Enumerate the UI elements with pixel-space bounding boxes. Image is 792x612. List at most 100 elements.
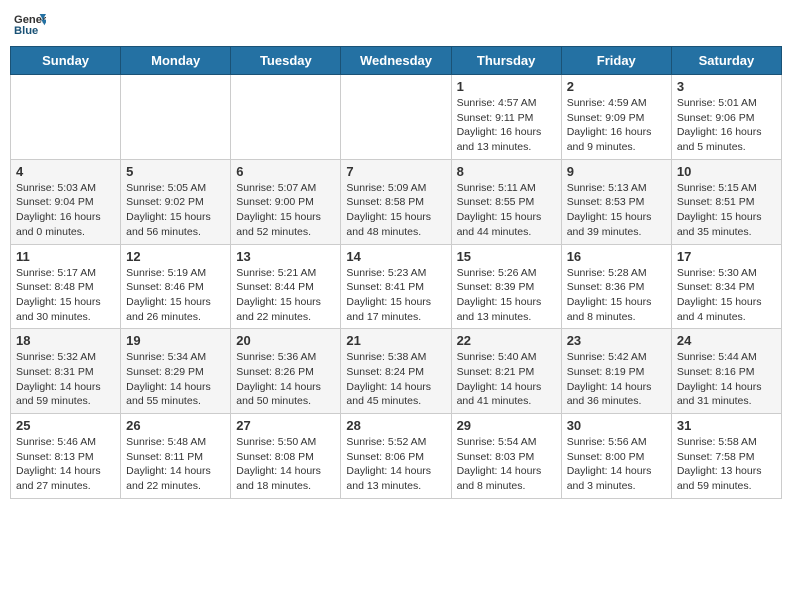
day-number: 21 [346, 333, 445, 348]
calendar-day-cell: 6Sunrise: 5:07 AM Sunset: 9:00 PM Daylig… [231, 159, 341, 244]
day-info: Sunrise: 5:54 AM Sunset: 8:03 PM Dayligh… [457, 435, 556, 494]
day-number: 26 [126, 418, 225, 433]
calendar-week-row: 18 Sunrise: 5:32 AM Sunset: 8:31 PM Dayli… [11, 329, 782, 414]
day-number: 30 [567, 418, 666, 433]
day-of-week-header: Saturday [671, 47, 781, 75]
day-number: 13 [236, 249, 335, 264]
calendar-day-cell: 22 Sunrise: 5:40 AM Sunset: 8:21 PM Dayli… [451, 329, 561, 414]
calendar-day-cell: 8 Sunrise: 5:11 AM Sunset: 8:55 PM Daylig… [451, 159, 561, 244]
day-number: 31 [677, 418, 776, 433]
calendar-day-cell [11, 75, 121, 160]
calendar-week-row: 25 Sunrise: 5:46 AM Sunset: 8:13 PM Dayli… [11, 414, 782, 499]
day-number: 19 [126, 333, 225, 348]
day-info: Sunrise: 5:44 AM Sunset: 8:16 PM Dayligh… [677, 350, 776, 409]
day-number: 9 [567, 164, 666, 179]
day-info: Sunrise: 5:32 AM Sunset: 8:31 PM Dayligh… [16, 350, 115, 409]
day-info: Sunrise: 5:50 AM Sunset: 8:08 PM Dayligh… [236, 435, 335, 494]
day-info: Sunrise: 5:23 AM Sunset: 8:41 PM Dayligh… [346, 266, 445, 325]
calendar-day-cell: 19 Sunrise: 5:34 AM Sunset: 8:29 PM Dayli… [121, 329, 231, 414]
day-info: Sunrise: 5:17 AM Sunset: 8:48 PM Dayligh… [16, 266, 115, 325]
day-number: 3 [677, 79, 776, 94]
calendar-day-cell: 1 Sunrise: 4:57 AM Sunset: 9:11 PM Daylig… [451, 75, 561, 160]
logo: General Blue [14, 10, 46, 38]
day-info: Sunrise: 5:11 AM Sunset: 8:55 PM Dayligh… [457, 181, 556, 240]
day-info: Sunrise: 5:38 AM Sunset: 8:24 PM Dayligh… [346, 350, 445, 409]
calendar-day-cell: 16Sunrise: 5:28 AM Sunset: 8:36 PM Dayli… [561, 244, 671, 329]
calendar-day-cell: 28 Sunrise: 5:52 AM Sunset: 8:06 PM Dayli… [341, 414, 451, 499]
day-info: Sunrise: 5:58 AM Sunset: 7:58 PM Dayligh… [677, 435, 776, 494]
logo-icon: General Blue [14, 10, 46, 38]
calendar-day-cell: 29 Sunrise: 5:54 AM Sunset: 8:03 PM Dayli… [451, 414, 561, 499]
calendar-day-cell: 27 Sunrise: 5:50 AM Sunset: 8:08 PM Dayli… [231, 414, 341, 499]
day-info: Sunrise: 5:15 AM Sunset: 8:51 PM Dayligh… [677, 181, 776, 240]
day-number: 15 [457, 249, 556, 264]
calendar-day-cell: 5 Sunrise: 5:05 AM Sunset: 9:02 PM Daylig… [121, 159, 231, 244]
calendar-day-cell: 9 Sunrise: 5:13 AM Sunset: 8:53 PM Daylig… [561, 159, 671, 244]
calendar-header: SundayMondayTuesdayWednesdayThursdayFrid… [11, 47, 782, 75]
day-info: Sunrise: 5:26 AM Sunset: 8:39 PM Dayligh… [457, 266, 556, 325]
day-number: 17 [677, 249, 776, 264]
calendar-day-cell: 11 Sunrise: 5:17 AM Sunset: 8:48 PM Dayli… [11, 244, 121, 329]
days-of-week-row: SundayMondayTuesdayWednesdayThursdayFrid… [11, 47, 782, 75]
calendar-day-cell: 18 Sunrise: 5:32 AM Sunset: 8:31 PM Dayli… [11, 329, 121, 414]
calendar-day-cell: 24 Sunrise: 5:44 AM Sunset: 8:16 PM Dayli… [671, 329, 781, 414]
day-of-week-header: Tuesday [231, 47, 341, 75]
day-number: 10 [677, 164, 776, 179]
day-number: 14 [346, 249, 445, 264]
calendar-day-cell: 31 Sunrise: 5:58 AM Sunset: 7:58 PM Dayli… [671, 414, 781, 499]
day-number: 11 [16, 249, 115, 264]
day-number: 29 [457, 418, 556, 433]
day-info: Sunrise: 5:13 AM Sunset: 8:53 PM Dayligh… [567, 181, 666, 240]
day-info: Sunrise: 5:21 AM Sunset: 8:44 PM Dayligh… [236, 266, 335, 325]
day-number: 27 [236, 418, 335, 433]
calendar-week-row: 4 Sunrise: 5:03 AM Sunset: 9:04 PM Daylig… [11, 159, 782, 244]
calendar-day-cell: 25 Sunrise: 5:46 AM Sunset: 8:13 PM Dayli… [11, 414, 121, 499]
day-of-week-header: Wednesday [341, 47, 451, 75]
calendar-day-cell: 30 Sunrise: 5:56 AM Sunset: 8:00 PM Dayli… [561, 414, 671, 499]
day-number: 28 [346, 418, 445, 433]
calendar-day-cell: 20Sunrise: 5:36 AM Sunset: 8:26 PM Dayli… [231, 329, 341, 414]
calendar-day-cell: 17 Sunrise: 5:30 AM Sunset: 8:34 PM Dayli… [671, 244, 781, 329]
day-info: Sunrise: 5:52 AM Sunset: 8:06 PM Dayligh… [346, 435, 445, 494]
calendar-week-row: 1 Sunrise: 4:57 AM Sunset: 9:11 PM Daylig… [11, 75, 782, 160]
day-info: Sunrise: 5:03 AM Sunset: 9:04 PM Dayligh… [16, 181, 115, 240]
calendar-day-cell: 26Sunrise: 5:48 AM Sunset: 8:11 PM Dayli… [121, 414, 231, 499]
calendar-day-cell: 10 Sunrise: 5:15 AM Sunset: 8:51 PM Dayli… [671, 159, 781, 244]
calendar-body: 1 Sunrise: 4:57 AM Sunset: 9:11 PM Daylig… [11, 75, 782, 499]
day-number: 6 [236, 164, 335, 179]
day-number: 8 [457, 164, 556, 179]
svg-text:Blue: Blue [14, 25, 38, 37]
day-number: 20 [236, 333, 335, 348]
day-number: 25 [16, 418, 115, 433]
day-info: Sunrise: 5:56 AM Sunset: 8:00 PM Dayligh… [567, 435, 666, 494]
day-info: Sunrise: 5:34 AM Sunset: 8:29 PM Dayligh… [126, 350, 225, 409]
day-info: Sunrise: 5:05 AM Sunset: 9:02 PM Dayligh… [126, 181, 225, 240]
day-info: Sunrise: 4:57 AM Sunset: 9:11 PM Dayligh… [457, 96, 556, 155]
day-info: Sunrise: 5:30 AM Sunset: 8:34 PM Dayligh… [677, 266, 776, 325]
calendar-day-cell [231, 75, 341, 160]
day-of-week-header: Monday [121, 47, 231, 75]
day-number: 23 [567, 333, 666, 348]
calendar-day-cell: 2Sunrise: 4:59 AM Sunset: 9:09 PM Daylig… [561, 75, 671, 160]
day-number: 5 [126, 164, 225, 179]
day-number: 4 [16, 164, 115, 179]
calendar-table: SundayMondayTuesdayWednesdayThursdayFrid… [10, 46, 782, 499]
day-number: 12 [126, 249, 225, 264]
calendar-day-cell [341, 75, 451, 160]
calendar-week-row: 11 Sunrise: 5:17 AM Sunset: 8:48 PM Dayli… [11, 244, 782, 329]
calendar-day-cell: 15 Sunrise: 5:26 AM Sunset: 8:39 PM Dayli… [451, 244, 561, 329]
day-number: 22 [457, 333, 556, 348]
calendar-day-cell: 14 Sunrise: 5:23 AM Sunset: 8:41 PM Dayli… [341, 244, 451, 329]
page-header: General Blue [10, 10, 782, 38]
calendar-day-cell: 12Sunrise: 5:19 AM Sunset: 8:46 PM Dayli… [121, 244, 231, 329]
day-info: Sunrise: 5:46 AM Sunset: 8:13 PM Dayligh… [16, 435, 115, 494]
day-info: Sunrise: 5:40 AM Sunset: 8:21 PM Dayligh… [457, 350, 556, 409]
day-number: 18 [16, 333, 115, 348]
day-of-week-header: Thursday [451, 47, 561, 75]
calendar-day-cell: 7 Sunrise: 5:09 AM Sunset: 8:58 PM Daylig… [341, 159, 451, 244]
day-info: Sunrise: 5:09 AM Sunset: 8:58 PM Dayligh… [346, 181, 445, 240]
day-number: 7 [346, 164, 445, 179]
day-info: Sunrise: 4:59 AM Sunset: 9:09 PM Dayligh… [567, 96, 666, 155]
day-number: 1 [457, 79, 556, 94]
day-number: 24 [677, 333, 776, 348]
